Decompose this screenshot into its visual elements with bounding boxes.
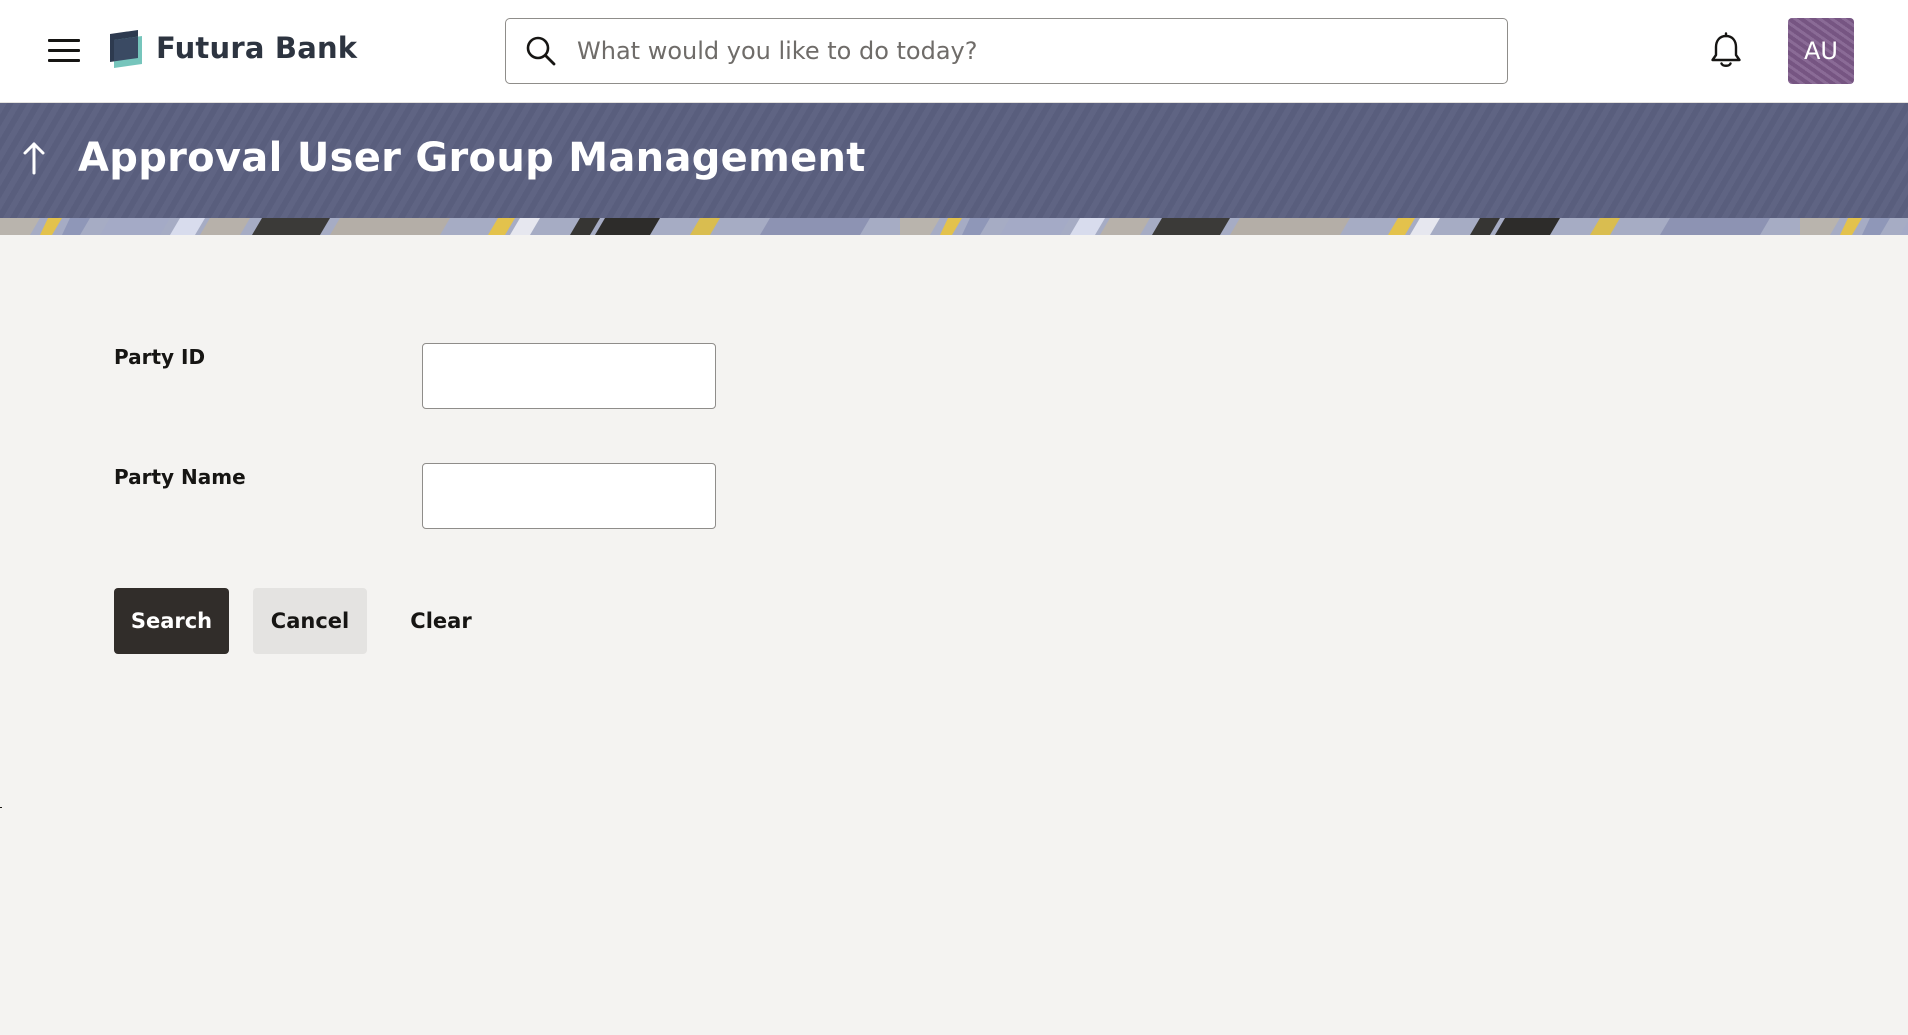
arrow-up-icon[interactable] <box>18 139 50 179</box>
clear-button[interactable]: Clear <box>392 588 490 654</box>
party-name-label: Party Name <box>114 465 246 489</box>
party-id-input[interactable] <box>422 343 716 409</box>
hamburger-menu-icon[interactable] <box>48 36 82 64</box>
page-title: Approval User Group Management <box>78 135 866 181</box>
search-icon <box>526 36 556 66</box>
cancel-button[interactable]: Cancel <box>253 588 367 654</box>
edge-marker <box>0 807 2 808</box>
user-avatar[interactable]: AU <box>1788 18 1854 84</box>
bell-icon[interactable] <box>1708 32 1744 70</box>
search-button[interactable]: Search <box>114 588 229 654</box>
search-input[interactable] <box>575 36 1475 66</box>
global-search[interactable] <box>505 18 1508 84</box>
brand-name: Futura Bank <box>156 31 358 65</box>
avatar-initials: AU <box>1804 37 1838 65</box>
top-bar: Futura Bank AU <box>0 0 1908 103</box>
party-id-label: Party ID <box>114 345 206 369</box>
decorative-pattern-stripe <box>0 218 1908 235</box>
page-header-banner: Approval User Group Management <box>0 103 1908 218</box>
futura-bank-logo <box>110 30 142 68</box>
party-name-input[interactable] <box>422 463 716 529</box>
brand[interactable]: Futura Bank <box>108 26 357 70</box>
main-content: Party ID Party Name Search Cancel Clear <box>0 235 1908 1035</box>
